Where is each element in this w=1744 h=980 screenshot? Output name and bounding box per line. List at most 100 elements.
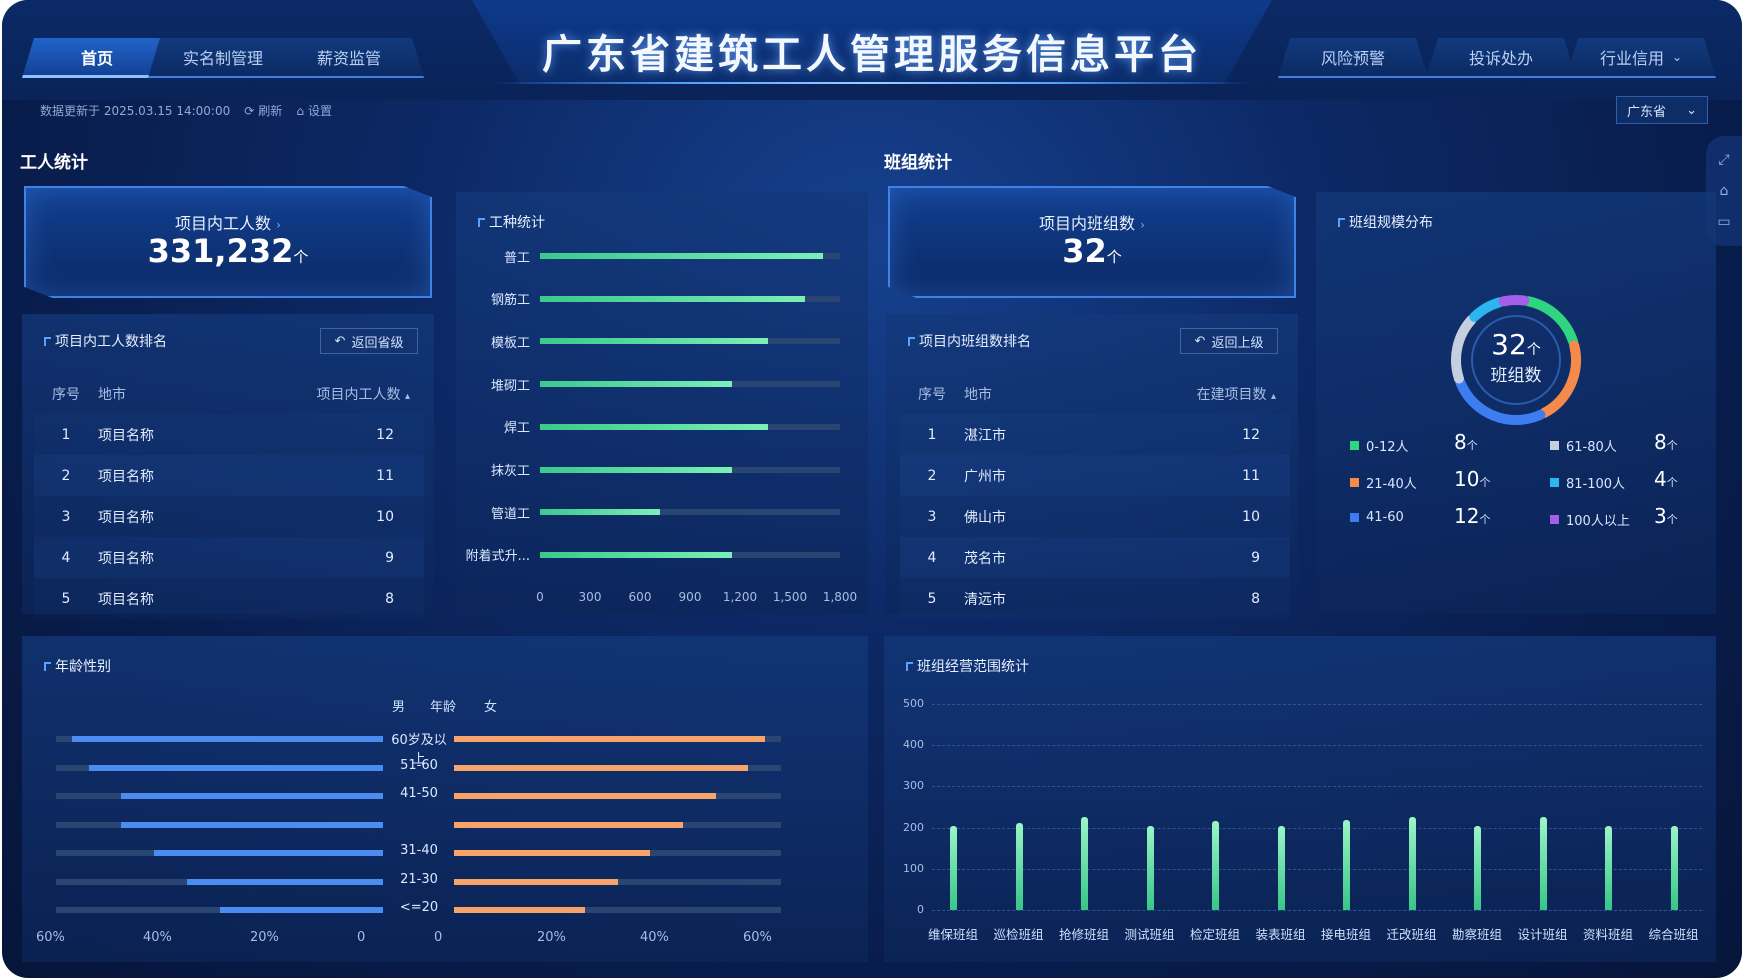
trade-category-label: 焊工 [503,421,530,437]
legend-value: 8个 [1654,430,1678,454]
trade-bar-row: 管道工 [456,502,868,522]
settings-button[interactable]: ⌂ 设置 [296,102,332,119]
scope-bar[interactable] [1408,817,1416,910]
male-bar [186,878,383,885]
refresh-icon: ⟳ [244,103,255,118]
back-province-button[interactable]: ↶ 返回省级 [320,328,418,354]
scope-bar[interactable] [1015,822,1023,910]
scope-bar[interactable] [1277,825,1285,910]
scope-x-label: 接电班组 [1320,927,1371,942]
legend-label: 41-60 [1366,510,1404,525]
tab-complaint[interactable]: 投诉处办 [1426,38,1576,78]
tab-label: 首页 [80,48,113,68]
panel-title: 项目内班组数排名 [908,331,1031,351]
table-row[interactable]: 5 项目名称 8 [34,578,424,619]
table-row[interactable]: 3 佛山市 10 [900,496,1290,537]
rank-value: 11 [1114,455,1290,496]
trade-bar-track [540,509,840,516]
legend-item[interactable]: 81-100人 [1550,473,1625,492]
age-tick-label: 60% [743,930,772,945]
legend-value-number: 12 [1454,504,1480,528]
rank-no: 2 [34,455,98,496]
scope-bar[interactable] [1670,825,1678,910]
rank-name: 广州市 [964,455,1114,496]
scope-bar[interactable] [1343,820,1350,910]
tab-realname[interactable]: 实名制管理 [148,38,298,78]
rank-value: 11 [248,455,424,496]
tab-credit[interactable]: 行业信用 ⌄ [1566,38,1716,78]
male-bar [121,793,383,799]
age-category-label: 21-30 [400,871,438,887]
trade-tick-label: 1,800 [822,590,858,604]
scope-bar[interactable] [1605,825,1612,910]
team-rank-table: 序号 地市 在建项目数 ▴ 1 湛江市 12 2 广州市 11 3 佛山市 10 4 茂名市 9 5 清远… [900,374,1290,619]
scope-x-label: 设计班组 [1517,927,1568,942]
tab-salary[interactable]: 薪资监管 [274,38,424,78]
screen-icon[interactable]: ▭ [1717,214,1730,230]
table-row[interactable]: 4 茂名市 9 [900,537,1290,578]
home-icon[interactable]: ⌂ [1720,183,1729,199]
scope-x-label: 迁改班组 [1386,927,1437,942]
region-select[interactable]: 广东省 ⌄ [1616,96,1708,124]
scope-y-tick: 200 [903,820,924,834]
scope-bar[interactable] [1146,825,1154,910]
male-track [56,821,383,828]
table-row[interactable]: 4 项目名称 9 [34,537,424,578]
trade-bar-row: 模板工 [456,331,868,351]
rank-no: 1 [34,414,98,455]
table-row[interactable]: 2 项目名称 11 [34,455,424,496]
col-header-sortable[interactable]: 项目内工人数 ▴ [248,374,424,414]
age-row [22,818,868,832]
legend-value: 3个 [1654,504,1678,528]
col-header: 地市 [98,387,126,403]
table-row[interactable]: 1 湛江市 12 [900,414,1290,455]
age-tick-label: 0 [434,930,443,945]
table-row[interactable]: 3 项目名称 10 [34,496,424,537]
scope-bar[interactable] [1474,825,1481,910]
fullscreen-icon[interactable]: ⤢ [1718,152,1729,168]
undo-icon: ↶ [1194,333,1206,349]
legend-label: 0-12人 [1366,440,1409,455]
scope-bar[interactable] [1212,821,1219,910]
donut-slice[interactable] [1469,297,1505,322]
tab-home[interactable]: 首页 [22,38,172,78]
legend-item[interactable]: 0-12人 [1350,436,1409,455]
kpi-value: 331,232个 [147,232,309,270]
trade-bar-track [540,253,840,259]
age-category-label: 31-40 [400,843,438,858]
legend-value-number: 10 [1454,467,1480,491]
trade-tick-label: 0 [536,590,544,604]
female-bar [454,850,651,856]
age-tick-label: 40% [143,930,172,945]
table-row[interactable]: 5 清远市 8 [900,578,1290,619]
table-row[interactable]: 2 广州市 11 [900,455,1290,496]
scope-bar[interactable] [1539,817,1547,910]
col-header-sortable[interactable]: 在建项目数 ▴ [1114,374,1290,414]
worker-count-card[interactable]: 项目内工人数 › 331,232个 [24,186,432,298]
legend-item[interactable]: 100人以上 [1550,510,1630,529]
grid-line [932,786,1702,788]
age-label: 年龄 [430,700,457,715]
tab-risk[interactable]: 风险预警 [1278,38,1428,78]
back-up-button[interactable]: ↶ 返回上级 [1180,328,1278,354]
trade-bar-row: 抹灰工 [456,460,868,480]
scope-x-label: 维保班组 [927,927,978,942]
scope-bar[interactable] [950,825,957,910]
age-row: 51-60 [22,758,868,775]
team-count-card[interactable]: 项目内班组数 › 32个 [888,186,1296,298]
scope-bar[interactable] [1081,817,1088,910]
scope-x-label: 综合班组 [1648,927,1699,942]
table-row[interactable]: 1 项目名称 12 [34,414,424,455]
trade-bar-track [540,295,840,302]
team-size-panel: 班组规模分布 32个 班组数 0-12人 8个 21-40人 10个 41-60 12个 6… [1316,192,1716,614]
legend-value-number: 8 [1454,430,1467,454]
legend-item[interactable]: 21-40人 [1350,473,1417,492]
female-bar [454,821,683,828]
legend-item[interactable]: 61-80人 [1550,436,1617,455]
donut-slice[interactable] [1498,295,1530,307]
scope-y-tick: 500 [903,697,924,710]
legend-item[interactable]: 41-60 [1350,510,1404,525]
refresh-button[interactable]: ⟳ 刷新 [244,102,282,119]
corner-icon [44,661,51,671]
kpi-label: 项目内班组数 › [1039,214,1145,233]
